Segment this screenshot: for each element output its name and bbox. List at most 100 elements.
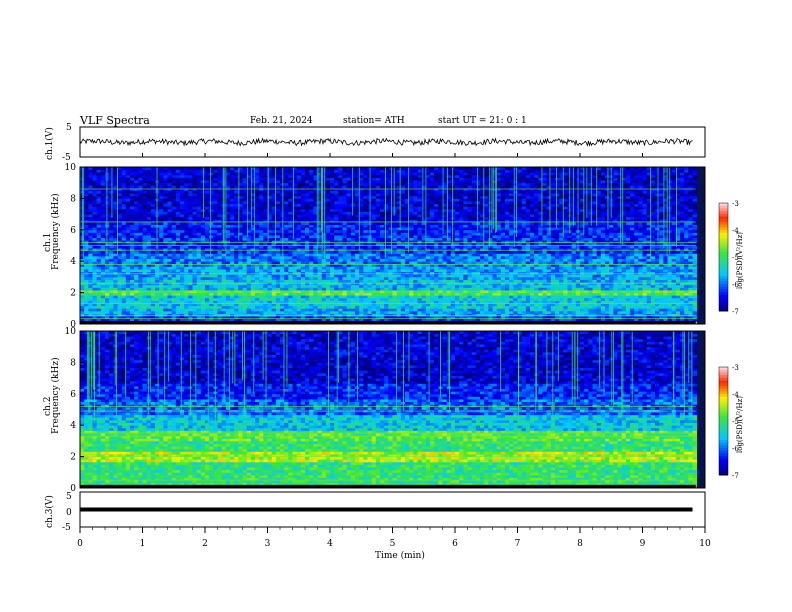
- spectrogram-cell: [492, 284, 498, 288]
- spectrogram-cell: [109, 266, 114, 270]
- spectrogram-cell: [396, 297, 402, 301]
- spectrogram-cell: [650, 295, 656, 299]
- spectrogram-cell: [167, 258, 173, 262]
- spectrogram-cell: [163, 310, 168, 314]
- spectrogram-cell: [375, 250, 381, 254]
- spectrogram-cell: [530, 255, 535, 259]
- spectrogram-cell: [525, 297, 531, 301]
- spectrogram-cell: [280, 310, 285, 314]
- spectrogram-cell: [388, 261, 393, 265]
- spectrogram-cell: [196, 276, 202, 280]
- spectrogram-cell: [538, 237, 543, 241]
- spectrogram-cell: [467, 269, 473, 273]
- spectrogram-cell: [196, 310, 202, 314]
- spectrogram-cell: [350, 282, 356, 286]
- spectrogram-cell: [634, 248, 639, 252]
- spectrogram-cell: [571, 279, 577, 283]
- spectrogram-cell: [142, 310, 148, 314]
- spectrogram-cell: [346, 255, 352, 259]
- spectrogram-cell: [180, 310, 185, 314]
- spectrogram-cell: [146, 250, 152, 254]
- spectrogram-cell: [467, 266, 473, 270]
- spectrogram-cell: [121, 255, 127, 259]
- spectrogram-cell: [330, 287, 335, 291]
- spectrogram-cell: [250, 279, 256, 283]
- spectrogram-cell: [559, 287, 564, 291]
- spectrogram-cell: [684, 258, 689, 262]
- spectrogram-cell: [234, 245, 239, 249]
- spectrogram-cell: [142, 274, 148, 278]
- spectrogram-cell: [630, 310, 635, 314]
- spectrogram-cell: [450, 248, 456, 252]
- spectrogram-cell: [471, 279, 477, 283]
- spectrogram-cell: [167, 310, 173, 314]
- spectrogram-cell: [550, 284, 556, 288]
- spectrogram-cell: [334, 297, 339, 301]
- spectrogram-cell: [130, 271, 135, 275]
- spectrogram-cell: [500, 258, 506, 262]
- spectrogram-cell: [463, 240, 468, 244]
- spectrogram-cell: [409, 258, 414, 262]
- spectrogram-cell: [163, 282, 168, 286]
- spectrogram-cell: [655, 300, 660, 304]
- spectrogram-cell: [209, 282, 214, 286]
- spectrogram-cell: [417, 300, 423, 304]
- spectrogram-cell: [142, 282, 148, 286]
- spectrogram-cell: [275, 297, 281, 301]
- spectrogram-cell: [242, 253, 248, 257]
- spectrogram-cell: [455, 287, 460, 291]
- spectrogram-cell: [463, 276, 468, 280]
- spectrogram-cell: [434, 235, 439, 239]
- spectrogram-cell: [250, 258, 256, 262]
- spectrogram-cell: [609, 258, 614, 262]
- spectrogram-cell: [634, 308, 639, 312]
- spectrogram-cell: [142, 292, 148, 296]
- spectrogram-cell: [584, 292, 589, 296]
- spectrogram-cell: [371, 279, 377, 283]
- spectrogram-cell: [484, 276, 489, 280]
- spectrogram-cell: [613, 248, 618, 252]
- spectrogram-cell: [671, 282, 677, 286]
- spectrogram-cell: [609, 261, 614, 265]
- spectrogram-cell: [513, 253, 518, 257]
- spectrogram-cell: [338, 253, 343, 257]
- spectrogram-cell: [430, 310, 435, 314]
- spectrogram-cell: [546, 276, 552, 280]
- spectrogram-cell: [267, 269, 273, 273]
- spectrogram-cell: [359, 295, 364, 299]
- spectrogram-cell: [421, 279, 427, 283]
- spectrogram-cell: [630, 300, 635, 304]
- spectrogram-cell: [655, 305, 660, 309]
- spectrogram-cell: [346, 269, 352, 273]
- spectrogram-cell: [550, 240, 556, 244]
- spectrogram-cell: [342, 253, 348, 257]
- spectrogram-cell: [692, 271, 698, 275]
- spectrogram-cell: [317, 297, 323, 301]
- spectrogram-cell: [509, 240, 514, 244]
- spectrogram-cell: [621, 292, 627, 296]
- spectrogram-cell: [355, 255, 360, 259]
- spectrogram-cell: [409, 271, 414, 275]
- spectrogram-cell: [550, 245, 556, 249]
- spectrogram-cell: [567, 271, 573, 275]
- spectrogram-cell: [246, 282, 252, 286]
- spectrogram-cell: [438, 287, 443, 291]
- spectrogram-cell: [638, 253, 643, 257]
- spectrogram-cell: [113, 300, 118, 304]
- spectrogram-cell: [471, 284, 477, 288]
- spectrogram-cell: [525, 269, 531, 273]
- spectrogram-cell: [388, 253, 393, 257]
- spectrogram-cell: [175, 237, 181, 241]
- spectrogram-cell: [417, 269, 423, 273]
- spectrogram-cell: [142, 255, 148, 259]
- spectrogram-cell: [459, 297, 464, 301]
- spectrogram-cell: [388, 258, 393, 262]
- spectrogram-cell: [359, 292, 364, 296]
- spectrogram-cell: [246, 237, 252, 241]
- spectrogram-cell: [580, 271, 585, 275]
- spectrogram-cell: [238, 295, 243, 299]
- spectrogram-cell: [288, 253, 293, 257]
- spectrogram-cell: [100, 274, 106, 278]
- spectrogram-cell: [296, 310, 302, 314]
- spectrogram-cell: [584, 274, 589, 278]
